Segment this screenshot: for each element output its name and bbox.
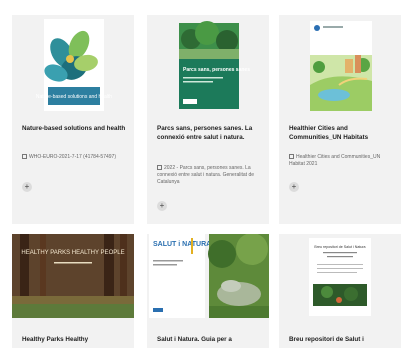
cover-healthy-parks: HEALTHY PARKS HEALTHY PEOPLE bbox=[12, 234, 134, 318]
card-title[interactable]: Salut i Natura. Guia per a bbox=[157, 336, 263, 345]
cover-salut-natura: SALUT i NATURA bbox=[147, 234, 269, 318]
card-meta-text: Healthier Cities and Communities_UN Habi… bbox=[289, 154, 381, 167]
cover-healthier-cities bbox=[279, 15, 401, 115]
card-title[interactable]: Nature-based solutions and health bbox=[22, 125, 128, 134]
resource-card[interactable]: HEALTHY PARKS HEALTHY PEOPLE Healthy Par… bbox=[12, 234, 134, 348]
card-meta: 2022 - Parcs sans, persones sanes. La co… bbox=[157, 165, 265, 185]
card-title[interactable]: Healthy Parks Healthy bbox=[22, 336, 128, 345]
card-meta-text: 2022 - Parcs sans, persones sanes. La co… bbox=[157, 165, 255, 185]
resource-card[interactable]: SALUT i NATURA Salut i Natura. Guia per … bbox=[147, 234, 269, 348]
document-icon bbox=[157, 165, 162, 170]
card-title[interactable]: Breu repositori de Salut i bbox=[289, 336, 395, 345]
document-icon bbox=[289, 154, 294, 159]
cover-text: HEALTHY PARKS HEALTHY PEOPLE bbox=[21, 250, 124, 256]
add-button[interactable]: + bbox=[157, 201, 167, 211]
resource-card[interactable]: Healthier Cities and Communities_UN Habi… bbox=[279, 15, 401, 224]
cover-breu-repositori: Breu repositori de Salut i Natura bbox=[279, 234, 401, 318]
card-meta: Healthier Cities and Communities_UN Habi… bbox=[289, 154, 397, 168]
cover-thumbnail[interactable]: HEALTHY PARKS HEALTHY PEOPLE bbox=[12, 234, 134, 318]
card-meta: WHO-EURO-2021-7-17 (41784-57497) bbox=[22, 154, 130, 161]
cover-text: SALUT i NATURA bbox=[153, 241, 211, 248]
cover-thumbnail[interactable]: Parcs sans, persones sanes bbox=[147, 15, 269, 115]
resource-card[interactable]: Breu repositori de Salut i Natura Breu r… bbox=[279, 234, 401, 348]
resource-card[interactable]: Parcs sans, persones sanes Parcs sans, p… bbox=[147, 15, 269, 224]
resource-card[interactable]: Nature-based solutions and health Nature… bbox=[12, 15, 134, 224]
add-button[interactable]: + bbox=[22, 182, 32, 192]
cover-text: Nature-based solutions and health bbox=[36, 94, 112, 100]
cover-thumbnail[interactable]: SALUT i NATURA bbox=[147, 234, 269, 318]
add-button[interactable]: + bbox=[289, 182, 299, 192]
cover-text: Parcs sans, persones sanes bbox=[183, 67, 250, 73]
resource-grid: Nature-based solutions and health Nature… bbox=[0, 0, 401, 348]
cover-thumbnail[interactable]: Breu repositori de Salut i Natura bbox=[279, 234, 401, 318]
document-icon bbox=[22, 154, 27, 159]
card-meta-text: WHO-EURO-2021-7-17 (41784-57497) bbox=[29, 154, 116, 160]
cover-nature-based-solutions: Nature-based solutions and health bbox=[12, 15, 134, 115]
cover-thumbnail[interactable] bbox=[279, 15, 401, 115]
card-title[interactable]: Healthier Cities and Communities_UN Habi… bbox=[289, 125, 395, 142]
cover-parcs-sans: Parcs sans, persones sanes bbox=[147, 15, 269, 115]
card-title[interactable]: Parcs sans, persones sanes. La connexió … bbox=[157, 125, 263, 142]
cover-thumbnail[interactable]: Nature-based solutions and health bbox=[12, 15, 134, 115]
cover-text: Breu repositori de Salut i Natura bbox=[314, 245, 365, 249]
